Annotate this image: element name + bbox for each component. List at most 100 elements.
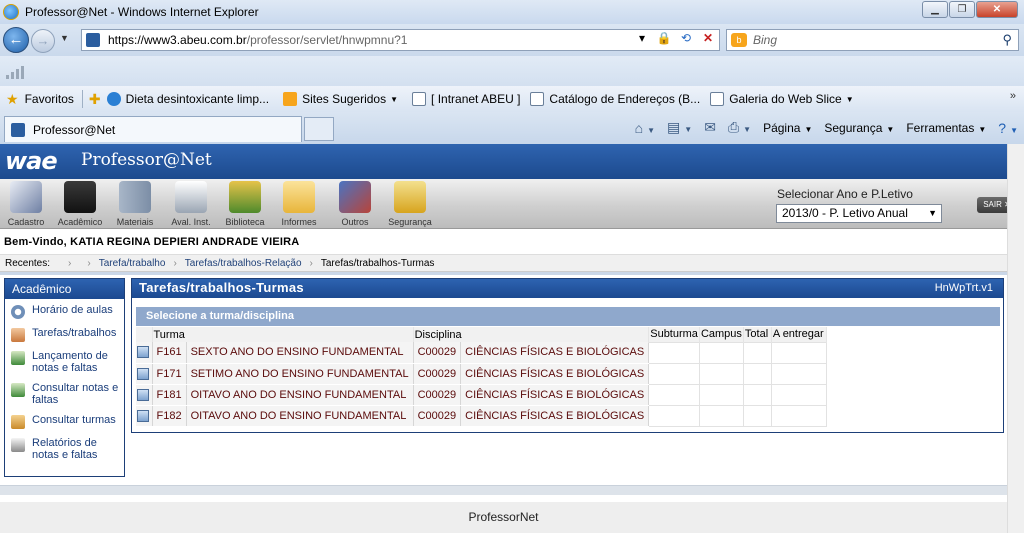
sidebar-item-tarefas[interactable]: Tarefas/trabalhos xyxy=(5,322,124,345)
toolbar-biblioteca[interactable]: Biblioteca xyxy=(217,181,273,227)
toolbar-academico[interactable]: Acadêmico xyxy=(52,181,108,227)
toolbar-seguranca[interactable]: Segurança xyxy=(382,181,438,227)
sidebar-item-horario[interactable]: Horário de aulas xyxy=(5,299,124,322)
tab-professor-net[interactable]: Professor@Net xyxy=(4,116,302,142)
edit-icon[interactable] xyxy=(137,409,149,422)
safety-menu[interactable]: Segurança ▼ xyxy=(824,121,894,135)
vertical-scrollbar[interactable] xyxy=(1007,144,1024,533)
turma-code[interactable]: F171 xyxy=(152,363,187,385)
page-title: Tarefas/trabalhos-Turmas xyxy=(139,280,304,295)
favorite-link[interactable]: Catálogo de Endereços (B... xyxy=(530,92,700,106)
turma-code[interactable]: F161 xyxy=(152,342,187,364)
print-icon[interactable]: ⎙ ▼ xyxy=(728,119,751,136)
subturma-cell xyxy=(648,383,700,406)
turmas-table: Turma Disciplina Subturma Campus Total A… xyxy=(136,327,827,427)
toolbar-informes[interactable]: Informes xyxy=(271,181,327,227)
edit-icon[interactable] xyxy=(137,346,149,359)
total-cell xyxy=(742,362,772,385)
report-icon xyxy=(11,438,25,452)
disciplina-code[interactable]: C00029 xyxy=(413,342,462,364)
turma-name[interactable]: SEXTO ANO DO ENSINO FUNDAMENTAL xyxy=(186,342,414,364)
sidebar-item-relatorios[interactable]: Relatórios de notas e faltas xyxy=(5,432,124,464)
page-icon xyxy=(530,92,545,106)
row-icon-cell[interactable] xyxy=(136,363,153,385)
toolbar-materiais[interactable]: Materiais xyxy=(107,181,163,227)
favorite-link[interactable]: Dieta desintoxicante limp... xyxy=(106,92,269,106)
toolbar-outros[interactable]: Outros xyxy=(327,181,383,227)
table-row[interactable]: F171 SETIMO ANO DO ENSINO FUNDAMENTAL C0… xyxy=(136,362,827,385)
edit-icon[interactable] xyxy=(137,388,149,401)
turma-name[interactable]: OITAVO ANO DO ENSINO FUNDAMENTAL xyxy=(186,405,414,427)
tools-menu[interactable]: Ferramentas ▼ xyxy=(906,121,986,135)
home-icon[interactable]: ⌂ ▼ xyxy=(635,120,655,136)
chevron-right-icon[interactable]: » xyxy=(1010,90,1016,102)
history-dropdown-icon[interactable]: ▼ xyxy=(60,33,69,43)
favorites-button[interactable]: Favoritos xyxy=(25,92,74,106)
new-tab-button[interactable] xyxy=(304,117,334,141)
disciplina-name[interactable]: CIÊNCIAS FÍSICAS E BIOLÓGICAS xyxy=(460,405,650,427)
stop-icon[interactable]: ✕ xyxy=(699,31,717,45)
page-icon xyxy=(412,92,427,106)
bing-icon: b xyxy=(731,33,747,47)
app-toolbar: Cadastro Acadêmico Materiais Aval. Inst.… xyxy=(0,179,1024,229)
column-header-campus: Campus xyxy=(699,327,744,342)
url-dropdown-icon[interactable]: ▾ xyxy=(633,31,651,45)
page-menu[interactable]: Página ▼ xyxy=(763,121,812,135)
row-icon-cell[interactable] xyxy=(136,405,153,427)
address-bar[interactable]: https://www3.abeu.com.br/professor/servl… xyxy=(81,29,720,51)
url-domain: https://www3.abeu.com.br xyxy=(108,33,247,47)
favorite-link[interactable]: Sites Sugeridos ▼ xyxy=(283,92,398,106)
chevron-down-icon: ▼ xyxy=(390,94,399,104)
feeds-icon[interactable]: ▤ ▼ xyxy=(667,119,692,136)
help-icon[interactable]: ? ▼ xyxy=(998,120,1018,136)
favorites-star-icon[interactable]: ★ xyxy=(6,91,19,108)
breadcrumb-link[interactable]: Tarefa/trabalho xyxy=(99,258,166,269)
close-window-button[interactable]: ✕ xyxy=(976,1,1018,18)
sidebar-item-consultar-notas[interactable]: Consultar notas e faltas xyxy=(5,377,124,409)
turma-name[interactable]: OITAVO ANO DO ENSINO FUNDAMENTAL xyxy=(186,384,414,406)
chevron-down-icon: ▼ xyxy=(928,208,937,218)
sidebar-item-consultar-turmas[interactable]: Consultar turmas xyxy=(5,409,124,432)
row-icon-cell[interactable] xyxy=(136,342,153,364)
turma-code[interactable]: F181 xyxy=(152,384,187,406)
turma-code[interactable]: F182 xyxy=(152,405,187,427)
window-controls: ▁ ❐ ✕ xyxy=(921,1,1018,18)
toolbar-aval-inst[interactable]: Aval. Inst. xyxy=(163,181,219,227)
forward-button[interactable]: → xyxy=(31,29,55,53)
table-row[interactable]: F181 OITAVO ANO DO ENSINO FUNDAMENTAL C0… xyxy=(136,383,827,406)
row-icon-cell[interactable] xyxy=(136,384,153,406)
search-icon[interactable]: ⚲ xyxy=(1002,32,1012,48)
sidebar-item-lancamento[interactable]: Lançamento de notas e faltas xyxy=(5,345,124,377)
add-favorite-icon[interactable]: ✚ xyxy=(89,91,101,108)
disciplina-code[interactable]: C00029 xyxy=(413,363,462,385)
sidebar-item-label: Relatórios de notas e faltas xyxy=(32,437,98,461)
back-button[interactable]: ← xyxy=(3,27,29,53)
restore-button[interactable]: ❐ xyxy=(949,1,975,18)
campus-cell xyxy=(698,383,744,406)
minimize-button[interactable]: ▁ xyxy=(922,1,948,18)
page-menu-label: Página xyxy=(763,120,801,135)
breadcrumb-link[interactable]: Tarefas/trabalhos-Relação xyxy=(185,258,302,269)
favorite-link[interactable]: Galeria do Web Slice ▼ xyxy=(710,92,854,106)
disciplina-name[interactable]: CIÊNCIAS FÍSICAS E BIOLÓGICAS xyxy=(460,363,650,385)
period-select[interactable]: 2013/0 - P. Letivo Anual ▼ xyxy=(776,204,942,223)
toolbar-cadastro[interactable]: Cadastro xyxy=(0,181,54,227)
turma-name[interactable]: SETIMO ANO DO ENSINO FUNDAMENTAL xyxy=(186,363,414,385)
favorite-link[interactable]: [ Intranet ABEU ] xyxy=(412,92,520,106)
favorites-bar: ★ Favoritos ✚ Dieta desintoxicante limp.… xyxy=(0,86,1024,112)
lock-icon[interactable]: 🔒 xyxy=(655,31,673,45)
table-row[interactable]: F161 SEXTO ANO DO ENSINO FUNDAMENTAL C00… xyxy=(136,341,827,364)
table-row[interactable]: F182 OITAVO ANO DO ENSINO FUNDAMENTAL C0… xyxy=(136,404,827,427)
refresh-icon[interactable]: ⟲ xyxy=(677,31,695,45)
command-bar: ⌂ ▼ ▤ ▼ ✉ ⎙ ▼ Página ▼ Segurança ▼ Ferramenta… xyxy=(623,119,1018,136)
table-header-row: Turma Disciplina Subturma Campus Total A… xyxy=(136,327,827,342)
disciplina-code[interactable]: C00029 xyxy=(413,384,462,406)
info-bar xyxy=(0,56,1024,86)
edit-icon[interactable] xyxy=(137,367,149,380)
disciplina-name[interactable]: CIÊNCIAS FÍSICAS E BIOLÓGICAS xyxy=(460,384,650,406)
mail-icon[interactable]: ✉ xyxy=(704,119,716,136)
window-title-bar: Professor@Net - Windows Internet Explore… xyxy=(0,0,1024,24)
disciplina-name[interactable]: CIÊNCIAS FÍSICAS E BIOLÓGICAS xyxy=(460,342,650,364)
search-box[interactable]: b Bing ⚲ xyxy=(726,29,1019,51)
disciplina-code[interactable]: C00029 xyxy=(413,405,462,427)
